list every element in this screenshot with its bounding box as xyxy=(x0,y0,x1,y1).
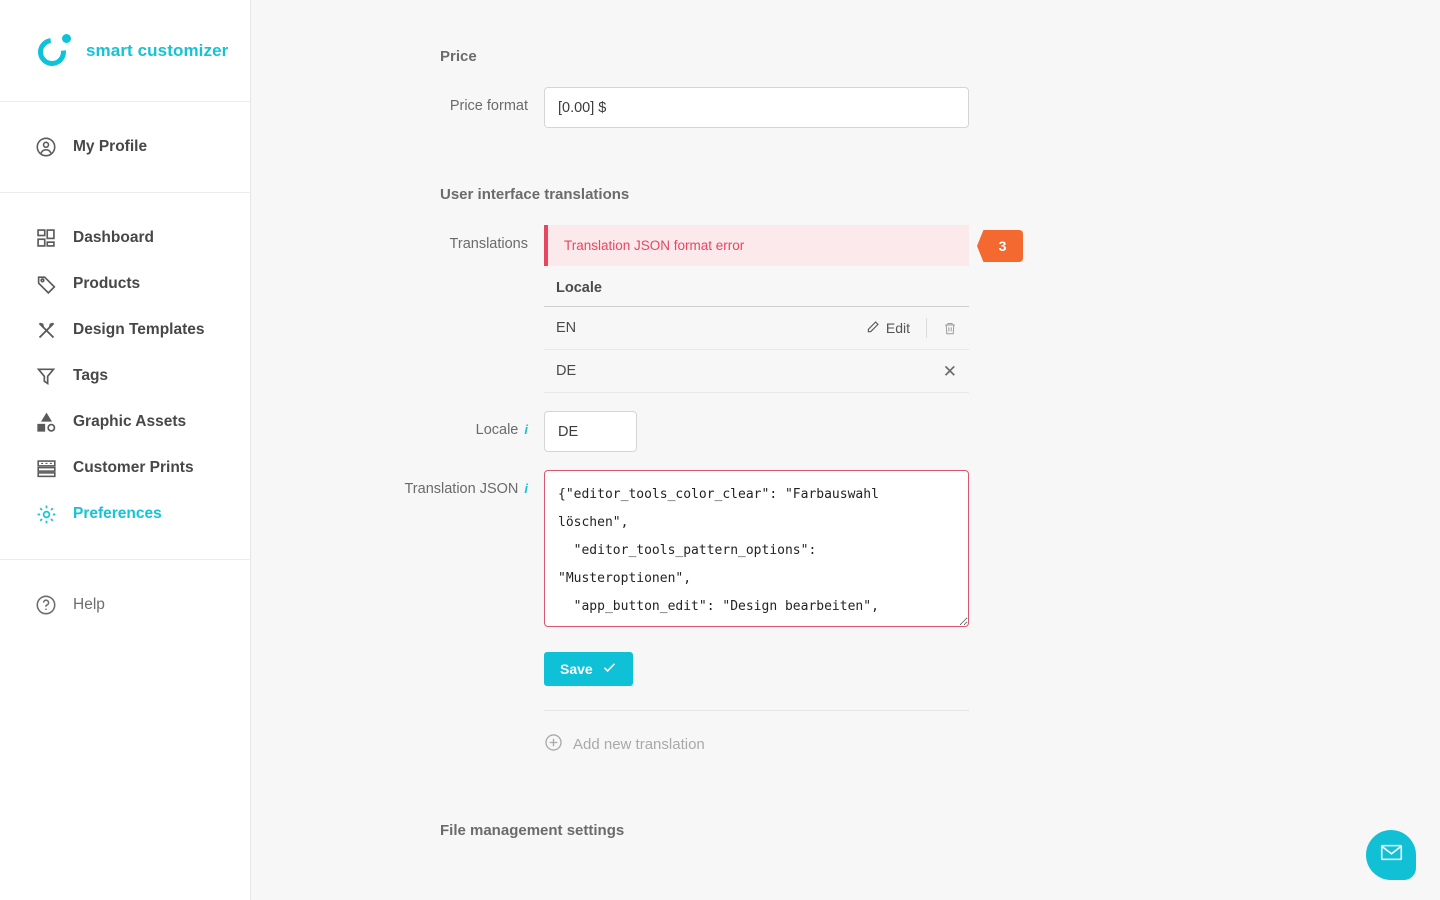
translations-row: Translations Translation JSON format err… xyxy=(251,225,1440,393)
sidebar-item-graphic-assets[interactable]: Graphic Assets xyxy=(0,399,250,445)
funnel-icon xyxy=(33,363,59,389)
translation-json-label-wrap: Translation JSON i xyxy=(251,470,544,497)
grid-dashboard-icon xyxy=(33,225,59,251)
sidebar-item-label: Customer Prints xyxy=(73,459,194,476)
envelope-icon xyxy=(1379,840,1404,870)
trash-icon[interactable] xyxy=(943,321,957,336)
close-icon[interactable]: ✕ xyxy=(943,363,957,380)
locale-column-header: Locale xyxy=(544,266,969,307)
circle-dot-logo-icon xyxy=(32,31,72,72)
brand-logo[interactable]: smart customizer xyxy=(0,0,250,102)
check-icon xyxy=(602,660,617,678)
save-label: Save xyxy=(560,661,593,677)
action-divider xyxy=(926,318,927,338)
app-root: smart customizer My Profile Dashboard Pr… xyxy=(0,0,1440,900)
table-row[interactable]: DE ✕ xyxy=(544,350,969,393)
sidebar-item-label: Preferences xyxy=(73,505,162,522)
pencil-ruler-icon xyxy=(33,317,59,343)
sidebar-item-products[interactable]: Products xyxy=(0,261,250,307)
brand-name: smart customizer xyxy=(86,40,229,60)
locale-code: EN xyxy=(556,320,577,336)
translation-error-wrap: Translation JSON format error 3 xyxy=(544,225,1023,266)
error-count-badge[interactable]: 3 xyxy=(977,230,1023,262)
error-banner: Translation JSON format error xyxy=(544,225,969,266)
save-button[interactable]: Save xyxy=(544,652,633,686)
chat-widget-button[interactable] xyxy=(1366,830,1416,880)
edit-label: Edit xyxy=(885,320,910,336)
price-format-row: Price format xyxy=(251,87,1440,128)
table-row[interactable]: EN Edit xyxy=(544,307,969,350)
locale-input[interactable] xyxy=(544,411,637,452)
sidebar-group-profile: My Profile xyxy=(0,102,250,193)
translation-json-textarea[interactable] xyxy=(544,470,969,627)
translations-label: Translations xyxy=(449,236,528,252)
sidebar-item-label: Graphic Assets xyxy=(73,413,187,430)
info-icon[interactable]: i xyxy=(524,482,528,495)
edit-translation-button[interactable]: Edit xyxy=(866,320,910,337)
locale-field-label-wrap: Locale i xyxy=(251,411,544,438)
sidebar: smart customizer My Profile Dashboard Pr… xyxy=(0,0,251,900)
main-content: Price Price format User interface transl… xyxy=(251,0,1440,900)
print-rows-icon xyxy=(33,455,59,481)
question-circle-icon xyxy=(33,592,59,618)
add-new-translation-label: Add new translation xyxy=(573,736,705,753)
error-message: Translation JSON format error xyxy=(564,238,745,253)
tag-icon xyxy=(33,271,59,297)
sidebar-group-main: Dashboard Products Design Templates Tags… xyxy=(0,193,250,560)
plus-circle-icon xyxy=(544,733,563,756)
locale-field-label: Locale xyxy=(475,422,519,438)
shapes-icon xyxy=(33,409,59,435)
price-format-input[interactable] xyxy=(544,87,969,128)
sidebar-group-help: Help xyxy=(0,560,250,650)
sidebar-item-preferences[interactable]: Preferences xyxy=(0,491,250,537)
sidebar-item-label: Design Templates xyxy=(73,321,205,338)
sidebar-item-my-profile[interactable]: My Profile xyxy=(0,124,250,170)
translation-json-label: Translation JSON xyxy=(404,481,519,497)
sidebar-item-dashboard[interactable]: Dashboard xyxy=(0,215,250,261)
sidebar-item-customer-prints[interactable]: Customer Prints xyxy=(0,445,250,491)
sidebar-item-label: My Profile xyxy=(73,138,148,155)
gear-icon xyxy=(33,501,59,527)
locale-code: DE xyxy=(556,363,577,379)
translation-json-row: Translation JSON i Save xyxy=(251,470,1440,756)
chat-bubble xyxy=(1366,830,1416,880)
sidebar-item-tags[interactable]: Tags xyxy=(0,353,250,399)
section-divider xyxy=(544,710,969,711)
sidebar-item-label: Products xyxy=(73,275,141,292)
price-format-label: Price format xyxy=(449,98,528,114)
sidebar-item-label: Help xyxy=(73,596,105,613)
sidebar-item-help[interactable]: Help xyxy=(0,582,250,628)
locale-field-row: Locale i xyxy=(251,411,1440,452)
sidebar-item-label: Dashboard xyxy=(73,229,154,246)
translations-section-title: User interface translations xyxy=(440,186,630,203)
add-new-translation-button[interactable]: Add new translation xyxy=(544,733,969,756)
sidebar-item-label: Tags xyxy=(73,367,109,384)
info-icon[interactable]: i xyxy=(524,423,528,436)
price-section-title: Price xyxy=(440,48,477,65)
locale-table: Locale EN Edit DE ✕ xyxy=(544,266,969,393)
file-section-title: File management settings xyxy=(440,822,625,839)
user-circle-icon xyxy=(33,134,59,160)
sidebar-item-design-templates[interactable]: Design Templates xyxy=(0,307,250,353)
pencil-icon xyxy=(866,320,880,337)
